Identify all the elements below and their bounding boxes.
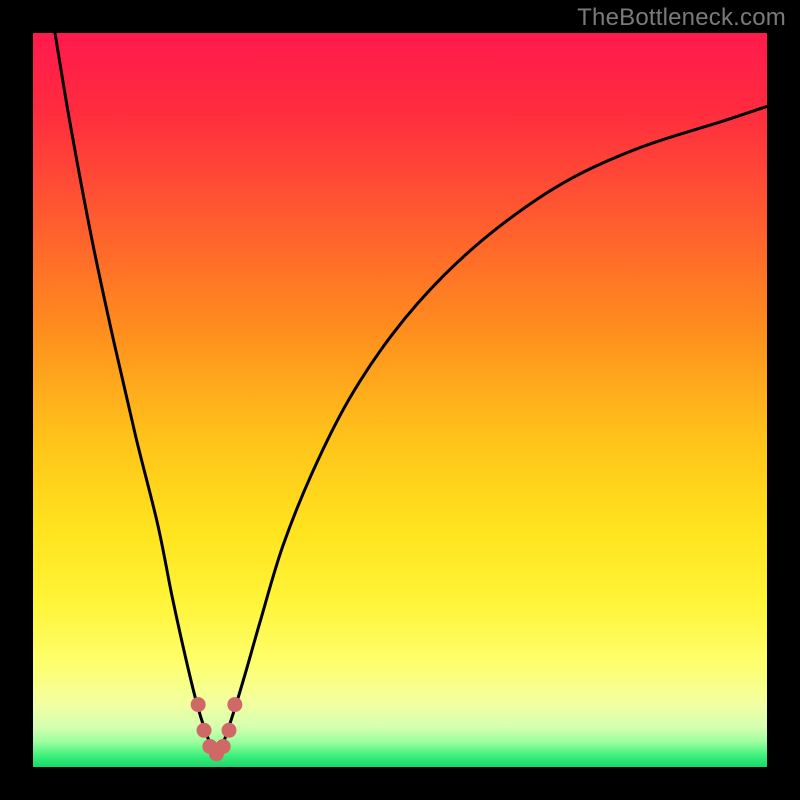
valley-dot xyxy=(227,697,242,712)
valley-dot xyxy=(221,723,236,738)
app-frame: TheBottleneck.com xyxy=(0,0,800,800)
valley-dot xyxy=(216,739,231,754)
valley-dot xyxy=(191,697,206,712)
valley-dot xyxy=(197,723,212,738)
bottleneck-chart xyxy=(33,33,767,767)
watermark-text: TheBottleneck.com xyxy=(577,4,786,32)
chart-svg xyxy=(33,33,767,767)
